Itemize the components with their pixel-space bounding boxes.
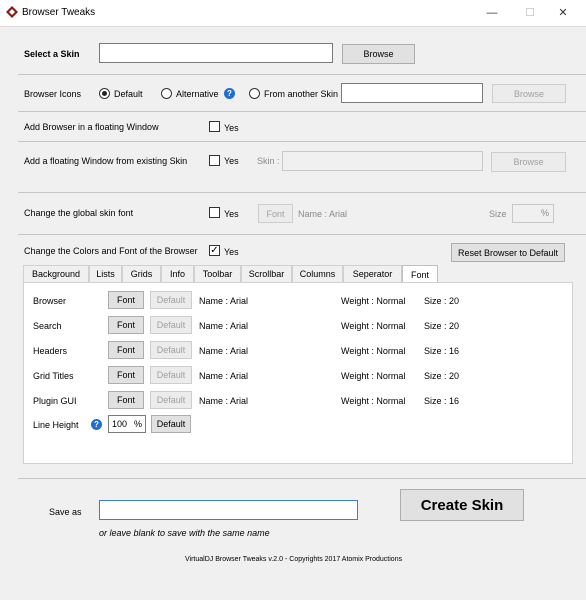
global-font-label: Change the global skin font <box>24 208 134 218</box>
tab-font[interactable]: Font <box>402 265 438 283</box>
tab-strip: Background Lists Grids Info Toolbar Scro… <box>23 265 573 283</box>
skin-path-input[interactable] <box>99 43 333 63</box>
global-font-size-label: Size <box>489 209 507 219</box>
select-skin-label: Select a Skin <box>24 49 80 59</box>
font-row-size: Size : 20 <box>424 296 460 306</box>
copyright-footer: VirtualDJ Browser Tweaks v.2.0 - Copyrig… <box>185 556 403 563</box>
global-font-button[interactable]: Font <box>258 204 293 223</box>
colors-font-label: Change the Colors and Font of the Browse… <box>24 246 198 256</box>
font-row-label: Grid Titles <box>33 371 74 381</box>
tab-lists[interactable]: Lists <box>89 265 122 282</box>
line-height-label: Line Height <box>33 420 79 430</box>
radio-other-skin-label: From another Skin <box>264 89 339 99</box>
floating-skin-label: Skin : <box>257 156 280 166</box>
font-row-default-button[interactable]: Default <box>150 316 192 334</box>
font-row-font-button[interactable]: Font <box>108 391 144 409</box>
divider <box>18 234 586 235</box>
font-row-name: Name : Arial <box>199 296 249 306</box>
divider <box>18 74 586 75</box>
divider <box>18 111 586 112</box>
font-row-weight: Weight : Normal <box>341 396 406 406</box>
font-row-size: Size : 20 <box>424 371 460 381</box>
font-row-font-button[interactable]: Font <box>108 366 144 384</box>
font-row-size: Size : 20 <box>424 321 460 331</box>
global-font-size-unit: % <box>540 208 549 218</box>
font-row-name: Name : Arial <box>199 321 249 331</box>
font-row-label: Plugin GUI <box>33 396 77 406</box>
font-row-weight: Weight : Normal <box>341 296 406 306</box>
title-bar: Browser Tweaks — ☐ ✕ <box>0 0 586 26</box>
font-row-font-button[interactable]: Font <box>108 291 144 309</box>
radio-alternative-label: Alternative <box>176 89 219 99</box>
floating-window-checkbox[interactable] <box>209 121 220 132</box>
tab-toolbar[interactable]: Toolbar <box>194 265 241 282</box>
font-row-label: Headers <box>33 346 68 356</box>
help-icon[interactable]: ? <box>224 88 235 99</box>
close-button[interactable]: ✕ <box>540 0 586 26</box>
line-height-unit: % <box>133 419 142 429</box>
floating-existing-yes-label: Yes <box>224 156 239 166</box>
font-row-weight: Weight : Normal <box>341 346 406 356</box>
radio-icons-other-skin[interactable] <box>249 88 260 99</box>
line-height-input[interactable]: 100 % <box>108 415 146 433</box>
font-row-default-button[interactable]: Default <box>150 391 192 409</box>
browser-icons-label: Browser Icons <box>24 89 82 99</box>
floating-window-label: Add Browser in a floating Window <box>24 122 159 132</box>
floating-browse-button[interactable]: Browse <box>491 152 566 172</box>
tab-seperator[interactable]: Seperator <box>343 265 402 282</box>
floating-existing-checkbox[interactable] <box>209 155 220 166</box>
font-row-size: Size : 16 <box>424 346 460 356</box>
floating-existing-label: Add a floating Window from existing Skin <box>24 156 188 166</box>
font-row-label: Search <box>33 321 62 331</box>
divider <box>18 192 586 193</box>
tab-info[interactable]: Info <box>161 265 194 282</box>
font-row-font-button[interactable]: Font <box>108 341 144 359</box>
font-row-name: Name : Arial <box>199 371 249 381</box>
save-as-input[interactable] <box>99 500 358 520</box>
divider <box>18 141 586 142</box>
floating-window-yes-label: Yes <box>224 123 239 133</box>
line-height-help-icon[interactable]: ? <box>91 419 102 430</box>
global-font-checkbox[interactable] <box>209 207 220 218</box>
global-font-yes-label: Yes <box>224 209 239 219</box>
font-row-weight: Weight : Normal <box>341 371 406 381</box>
font-row-font-button[interactable]: Font <box>108 316 144 334</box>
radio-default-label: Default <box>114 89 143 99</box>
font-row-default-button[interactable]: Default <box>150 291 192 309</box>
font-tab-panel <box>23 282 573 464</box>
icons-skin-path-input[interactable] <box>341 83 483 103</box>
font-row-label: Browser <box>33 296 67 306</box>
font-row-default-button[interactable]: Default <box>150 341 192 359</box>
radio-icons-default[interactable] <box>99 88 110 99</box>
create-skin-button[interactable]: Create Skin <box>400 489 524 521</box>
font-row-name: Name : Arial <box>199 346 249 356</box>
colors-font-checkbox[interactable]: ✓ <box>209 245 220 256</box>
save-as-label: Save as <box>49 507 82 517</box>
tab-background[interactable]: Background <box>23 265 89 282</box>
icons-browse-button[interactable]: Browse <box>492 84 566 103</box>
line-height-default-button[interactable]: Default <box>151 415 191 433</box>
tab-scrollbar[interactable]: Scrollbar <box>241 265 292 282</box>
font-row-default-button[interactable]: Default <box>150 366 192 384</box>
font-row-name: Name : Arial <box>199 396 249 406</box>
radio-icons-alternative[interactable] <box>161 88 172 99</box>
global-font-size-input[interactable]: % <box>512 204 554 223</box>
divider <box>18 478 586 479</box>
app-logo-icon <box>6 6 18 18</box>
floating-skin-input[interactable] <box>282 151 483 171</box>
skin-browse-button[interactable]: Browse <box>342 44 415 64</box>
reset-browser-button[interactable]: Reset Browser to Default <box>451 243 565 262</box>
colors-font-yes-label: Yes <box>224 247 239 257</box>
global-font-name: Name : Arial <box>298 209 348 219</box>
window-title: Browser Tweaks <box>22 7 96 18</box>
line-height-value: 100 <box>112 419 128 429</box>
tab-columns[interactable]: Columns <box>292 265 343 282</box>
tab-grids[interactable]: Grids <box>122 265 161 282</box>
save-as-hint: or leave blank to save with the same nam… <box>99 528 270 538</box>
font-row-weight: Weight : Normal <box>341 321 406 331</box>
font-row-size: Size : 16 <box>424 396 460 406</box>
